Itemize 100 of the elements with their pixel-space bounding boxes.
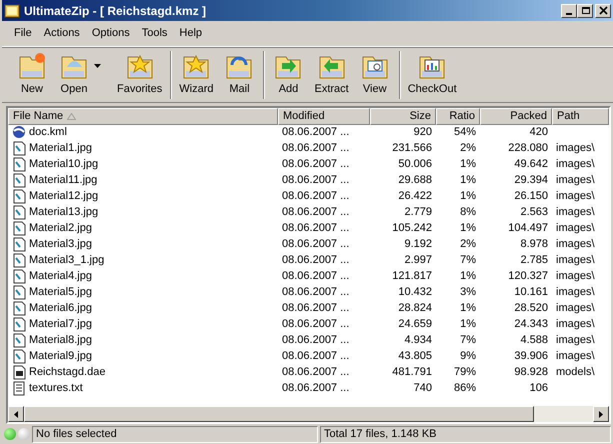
table-cell-text: 08.06.2007 ... [281,237,350,252]
table-cell-text: 9.192 [403,237,433,252]
table-cell-text: 4.588 [519,333,549,348]
toolbar-button[interactable]: Add [268,50,308,99]
table-cell-text: images\ [555,205,596,220]
table-cell-text: 08.06.2007 ... [281,333,350,348]
table-cell-text: 1% [459,173,477,188]
toolbar-button[interactable]: Favorites [113,50,166,99]
table-cell-text: 1% [459,317,477,332]
status-text: Total 17 files, 1.148 KB [320,426,611,442]
toolbar-button[interactable]: Extract [310,50,353,99]
table-cell-text: 08.06.2007 ... [281,381,350,396]
table-cell-text: models\ [555,365,596,380]
table-cell-text: 29.688 [397,173,433,188]
table-cell-text: 121.817 [391,269,433,284]
table-cell-text: images\ [555,237,596,252]
file-name: doc.kml [29,125,67,140]
window-title: UltimateZip - [ Reichstagd.kmz ] [24,2,208,20]
file-name: Material6.jpg [29,301,92,316]
table-cell-text: 2.785 [519,253,549,268]
table-cell-text: 9% [459,349,477,364]
toolbar-button[interactable]: New [12,50,52,99]
toolbar-button[interactable]: View [354,50,395,99]
table-cell-text: 50.006 [397,157,433,172]
toolbar-button[interactable]: Mail [219,50,260,99]
column-header[interactable]: Path [552,108,609,124]
table-cell-text: images\ [555,285,596,300]
file-name: Material3.jpg [29,237,92,252]
file-name: Material1.jpg [29,141,92,156]
minimize-icon [566,12,572,14]
maximize-button[interactable] [577,4,593,18]
table-cell-text: 920 [412,125,433,140]
table-cell-text: 3% [459,285,477,300]
table-cell-text: images\ [555,173,596,188]
minimize-button[interactable] [561,4,577,18]
table-cell-text: 08.06.2007 ... [281,365,350,380]
menu-item[interactable]: File [8,23,38,44]
table-cell-text: images\ [555,157,596,172]
scroll-left-button[interactable] [8,406,24,422]
table-cell-text: images\ [555,333,596,348]
table-cell-text: 28.824 [397,301,433,316]
file-name: Reichstagd.dae [29,365,106,380]
table-cell-text: 08.06.2007 ... [281,317,350,332]
table-cell-text: 7% [459,253,477,268]
table-cell-text: 08.06.2007 ... [281,141,350,156]
table-cell-text: 481.791 [391,365,433,380]
table-cell-text: 10.161 [513,285,549,300]
file-name: Material5.jpg [29,285,92,300]
table-cell-text: 24.659 [397,317,433,332]
table-cell-text: 08.06.2007 ... [281,189,350,204]
scroll-right-button[interactable] [593,406,609,422]
close-icon [598,6,608,15]
table-cell-text: 08.06.2007 ... [281,157,350,172]
column-header[interactable]: File Name [8,108,278,124]
table-cell-text: images\ [555,349,596,364]
file-name: Material11.jpg [29,173,98,188]
table-cell-text: 2% [459,237,477,252]
table-cell-text: images\ [555,317,596,332]
table-cell-text: 1% [459,157,477,172]
table-cell-text: 8% [459,205,477,220]
table-cell-text: 2.563 [519,205,549,220]
caret-icon [94,64,101,68]
column-header[interactable]: Size [370,108,436,124]
table-cell-text: 2.997 [403,253,433,268]
maximize-icon [580,6,590,15]
table-cell-text: 1% [459,189,477,204]
table-cell-text: 39.906 [513,349,549,364]
table-cell-text: 49.642 [513,157,549,172]
toolbar-button[interactable]: Wizard [175,50,218,99]
file-name: Material7.jpg [29,317,92,332]
table-cell-text: images\ [555,301,596,316]
menu-item[interactable]: Tools [136,23,174,44]
table-cell-text: images\ [555,221,596,236]
file-name: Material9.jpg [29,349,92,364]
close-button[interactable] [595,4,611,18]
table-cell-text: 08.06.2007 ... [281,349,350,364]
column-header[interactable]: Ratio [436,108,480,124]
table-cell-text: 26.422 [397,189,433,204]
file-name: Material2.jpg [29,221,92,236]
column-header[interactable]: Modified [278,108,370,124]
menu-item[interactable]: Help [173,23,208,44]
menu-item[interactable]: Options [86,23,136,44]
table-cell-text: 08.06.2007 ... [281,173,350,188]
table-cell-text: 08.06.2007 ... [281,125,350,140]
table-cell-text: 105.242 [391,221,433,236]
table-cell-text: 08.06.2007 ... [281,253,350,268]
table-cell-text: 228.080 [507,141,549,156]
table-cell-text: 104.497 [507,221,549,236]
table-cell-text: 08.06.2007 ... [281,269,350,284]
toolbar-button[interactable]: Open [54,50,111,99]
menu-item[interactable]: Actions [38,23,86,44]
table-cell-text: 4.934 [403,333,433,348]
table-cell-text: 08.06.2007 ... [281,285,350,300]
toolbar-button[interactable]: CheckOut [404,50,461,99]
scroll-thumb[interactable] [24,406,534,422]
table-cell-text: 24.343 [513,317,549,332]
table-cell-text: images\ [555,189,596,204]
file-name: Material10.jpg [29,157,98,172]
column-header[interactable]: Packed [480,108,552,124]
horizontal-scrollbar[interactable] [8,406,609,422]
